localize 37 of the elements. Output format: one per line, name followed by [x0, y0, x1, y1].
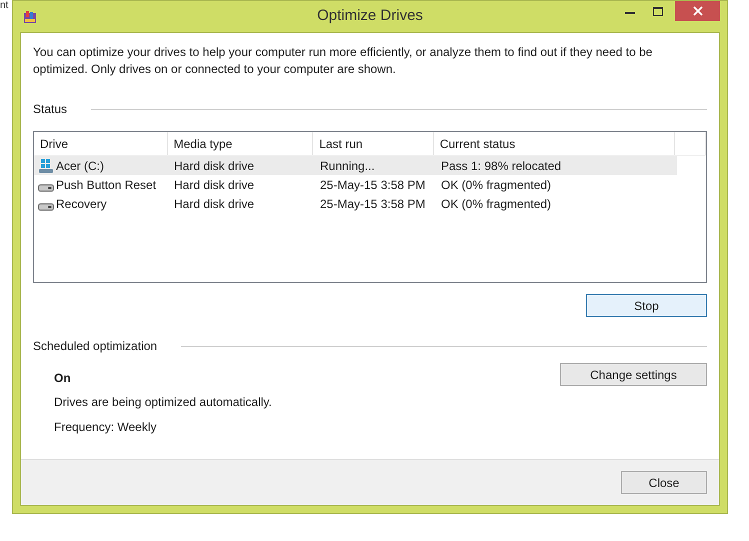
drive-icon [38, 184, 54, 192]
table-cell-text: Hard disk drive [174, 176, 254, 194]
close-window-button[interactable] [675, 1, 720, 21]
close-button[interactable]: Close [621, 471, 707, 494]
stop-button[interactable]: Stop [586, 294, 707, 317]
background-text: nt [0, 0, 10, 12]
scheduled-heading: Scheduled optimization [33, 338, 158, 355]
table-cell-text: 25-May-15 3:58 PM [320, 196, 426, 212]
table-cell-text: OK (0% fragmented) [441, 176, 552, 194]
column-header[interactable]: Media type [168, 132, 314, 155]
status-heading: Status [33, 101, 68, 118]
column-header[interactable]: Current status [434, 132, 676, 155]
drive-icon [38, 158, 54, 174]
app-icon [22, 8, 38, 24]
drive-row[interactable]: Recovery Hard disk drive 25-May-15 3:58 PM OK (0% fragmented) [34, 194, 677, 213]
table-cell-text: Hard disk drive [174, 196, 254, 212]
maximize-icon [653, 6, 663, 16]
table-cell-text: Recovery [56, 196, 107, 212]
table-cell-text: 25-May-15 3:58 PM [320, 176, 426, 194]
table-cell-text: Acer (C:) [56, 158, 104, 174]
schedule-frequency: Frequency: Weekly [54, 419, 158, 436]
table-cell-text: Running... [320, 158, 375, 174]
change-settings-button[interactable]: Change settings [560, 363, 707, 386]
drive-icon [38, 202, 54, 210]
drive-row[interactable]: Push Button Reset Hard disk drive 25-May-15 3:58 PM OK (0% fragmented) [34, 175, 677, 194]
column-header[interactable]: Last run [313, 132, 434, 155]
close-icon [692, 6, 702, 16]
intro-text: You can optimize your drives to help your computer run more efficiently, or analyze them to find out if they need to be optimized. Only drives on or connected to your computer are shown. [33, 44, 654, 78]
schedule-description: Drives are being optimized automatically. [54, 394, 273, 411]
table-cell-text: Pass 1: 98% relocated [441, 158, 562, 174]
table-cell-text: Push Button Reset [56, 176, 156, 194]
schedule-state: On [54, 370, 72, 387]
table-cell-text: Hard disk drive [174, 158, 254, 174]
table-cell-text: OK (0% fragmented) [441, 196, 552, 212]
window-title: Optimize Drives [316, 6, 424, 26]
drive-row[interactable]: Acer (C:) Hard disk drive Running... Pass 1: 98% relocated [34, 156, 677, 175]
column-header[interactable]: Drive [34, 132, 168, 155]
